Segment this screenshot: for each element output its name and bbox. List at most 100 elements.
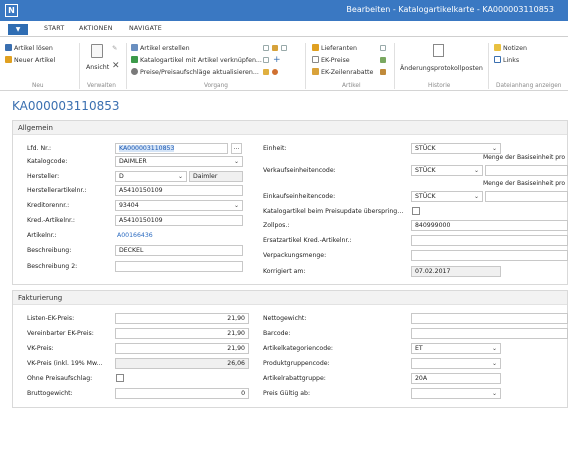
listen-ek-field[interactable]: 21,90: [115, 313, 249, 324]
beschreibung-field[interactable]: DECKEL: [115, 245, 243, 256]
title-bar: N Bearbeiten - Katalogartikelkarte - KA0…: [0, 0, 568, 21]
card-icon[interactable]: [263, 57, 269, 63]
new-item-icon: [5, 56, 12, 63]
zollpos-field[interactable]: 840999000: [411, 220, 568, 231]
barcode-field[interactable]: [411, 328, 568, 339]
link-icon: [494, 56, 501, 63]
artikelrabattgruppe-field[interactable]: 20A: [411, 373, 501, 384]
artikelkategoriencode-select[interactable]: ET ⌄: [411, 343, 501, 354]
hersteller-select[interactable]: D ⌄: [115, 171, 187, 182]
add-icon[interactable]: +: [273, 55, 281, 65]
menge-basiseinheit-header: Menge der Basiseinheit pro: [483, 180, 566, 187]
group-verwalten-label: Verwalten: [87, 83, 116, 89]
kreditorennr-select[interactable]: 93404 ⌄: [115, 200, 243, 211]
verpackungsmenge-label: Verpackungsmenge:: [263, 252, 327, 259]
app-menu-chevron-icon[interactable]: ▼: [8, 24, 28, 35]
einheit-select[interactable]: STÜCK ⌄: [411, 143, 501, 154]
menge-basiseinheit-header: Menge der Basiseinheit pro: [483, 154, 566, 161]
lfd-nr-lookup-button[interactable]: ...: [231, 143, 242, 154]
nav-logo-icon[interactable]: N: [5, 4, 18, 17]
chart-icon[interactable]: [263, 69, 269, 75]
ek-zeilenrabatte-button[interactable]: EK-Zeilenrabatte: [312, 68, 373, 76]
settings-icon[interactable]: [272, 69, 278, 75]
neuer-artikel-button[interactable]: Neuer Artikel: [5, 56, 55, 64]
section-header-allgemein[interactable]: Allgemein: [13, 121, 567, 135]
aenderungsprotokoll-button[interactable]: Änderungsprotokollposten: [400, 65, 483, 72]
verkaufseinheitencode-label: Verkaufseinheitencode:: [263, 167, 336, 174]
chevron-down-icon: ⌄: [491, 145, 497, 152]
artikel-erstellen-button[interactable]: Artikel erstellen: [131, 44, 190, 52]
ohne-preisaufschlag-checkbox[interactable]: [116, 374, 124, 382]
bruttogewicht-field[interactable]: 0: [115, 388, 249, 399]
artikel-loesen-button[interactable]: Artikel lösen: [5, 44, 53, 52]
lfd-nr-label: Lfd. Nr.:: [27, 145, 52, 152]
ohne-preisaufschlag-label: Ohne Preisaufschlag:: [27, 375, 93, 382]
ribbon-tab-bar: ▼ START AKTIONEN NAVIGATE: [0, 21, 568, 37]
group-dateianhang-label: Dateianhang anzeigen: [496, 83, 562, 89]
katalogcode-select[interactable]: DAIMLER ⌄: [115, 156, 243, 167]
vk-preis-label: VK-Preis:: [27, 345, 54, 352]
window-icon[interactable]: [281, 45, 287, 51]
artikelnr-link[interactable]: A00166436: [117, 232, 153, 239]
chevron-down-icon: ⌄: [177, 173, 183, 180]
herstellerartikelnr-field[interactable]: A5410150109: [115, 185, 243, 196]
group-vorgang-label: Vorgang: [204, 83, 228, 89]
lieferanten-button[interactable]: Lieferanten: [312, 44, 357, 52]
list-icon[interactable]: [272, 45, 278, 51]
separator: [126, 43, 127, 89]
ek-preise-button[interactable]: EK-Preise: [312, 56, 350, 64]
chevron-down-icon: ⌄: [233, 158, 239, 165]
einkauf-menge-field[interactable]: [485, 191, 568, 202]
kreditorennr-label: Kreditorennr.:: [27, 202, 70, 209]
produktgruppencode-label: Produktgruppencode:: [263, 360, 330, 367]
tab-aktionen[interactable]: AKTIONEN: [79, 25, 113, 32]
preisupdate-checkbox[interactable]: [412, 207, 420, 215]
chevron-down-icon: ⌄: [491, 345, 497, 352]
section-allgemein: Allgemein Lfd. Nr.: KA000003110853 ... K…: [12, 120, 568, 285]
hersteller-label: Hersteller:: [27, 173, 60, 180]
card-icon[interactable]: [263, 45, 269, 51]
chevron-down-icon: ⌄: [473, 193, 479, 200]
chevron-down-icon: ⌄: [233, 202, 239, 209]
preise-aktualisieren-button[interactable]: Preise/Preisaufschläge aktualisieren...: [131, 68, 259, 76]
vk-preis-field[interactable]: 21,90: [115, 343, 249, 354]
view-icon[interactable]: [91, 44, 103, 58]
einkaufseinheitencode-select[interactable]: STÜCK ⌄: [411, 191, 483, 202]
card-icon[interactable]: [380, 45, 386, 51]
change-log-icon[interactable]: [433, 44, 444, 57]
tab-start[interactable]: START: [44, 25, 64, 32]
beschreibung2-field[interactable]: [115, 261, 243, 272]
price-list-icon: [312, 56, 319, 63]
verkaufseinheitencode-select[interactable]: STÜCK ⌄: [411, 165, 483, 176]
preisupdate-label: Katalogartikel beim Preisupdate überspri…: [263, 208, 405, 215]
section-header-fakturierung[interactable]: Fakturierung: [13, 291, 567, 305]
links-button[interactable]: Links: [494, 56, 519, 64]
preis-gueltig-ab-select[interactable]: ⌄: [411, 388, 501, 399]
kred-artikelnr-field[interactable]: A5410150109: [115, 215, 243, 226]
produktgruppencode-select[interactable]: ⌄: [411, 358, 501, 369]
vk-preis-inkl-label: VK-Preis (inkl. 19% Mw...: [27, 360, 103, 367]
notizen-button[interactable]: Notizen: [494, 44, 527, 52]
bruttogewicht-label: Bruttogewicht:: [27, 390, 73, 397]
lfd-nr-field[interactable]: KA000003110853: [115, 143, 228, 154]
edit-pen-icon[interactable]: ✎: [112, 45, 117, 52]
artikelnr-label: Artikelnr.:: [27, 232, 57, 239]
group-artikel-label: Artikel: [342, 83, 361, 89]
korrigiert-label: Korrigiert am:: [263, 268, 306, 275]
vereinbarter-ek-field[interactable]: 21,90: [115, 328, 249, 339]
notes-icon: [494, 44, 501, 51]
vk-preis-inkl-field: 26,06: [115, 358, 249, 369]
chevron-down-icon: ⌄: [491, 390, 497, 397]
ansicht-button[interactable]: Ansicht: [86, 64, 109, 71]
verknuepfen-button[interactable]: Katalogartikel mit Artikel verknüpfen...: [131, 56, 262, 64]
delete-x-icon[interactable]: ✕: [112, 61, 120, 71]
chart-icon[interactable]: [380, 57, 386, 63]
ersatzartikel-field[interactable]: [411, 235, 568, 246]
tab-navigate[interactable]: NAVIGATE: [129, 25, 162, 32]
nettogewicht-field[interactable]: [411, 313, 568, 324]
verpackungsmenge-field[interactable]: [411, 250, 568, 261]
verkauf-menge-field[interactable]: [485, 165, 568, 176]
zollpos-label: Zollpos.:: [263, 222, 290, 229]
history-icon[interactable]: [380, 69, 386, 75]
vereinbarter-ek-label: Vereinbarter EK-Preis:: [27, 330, 94, 337]
